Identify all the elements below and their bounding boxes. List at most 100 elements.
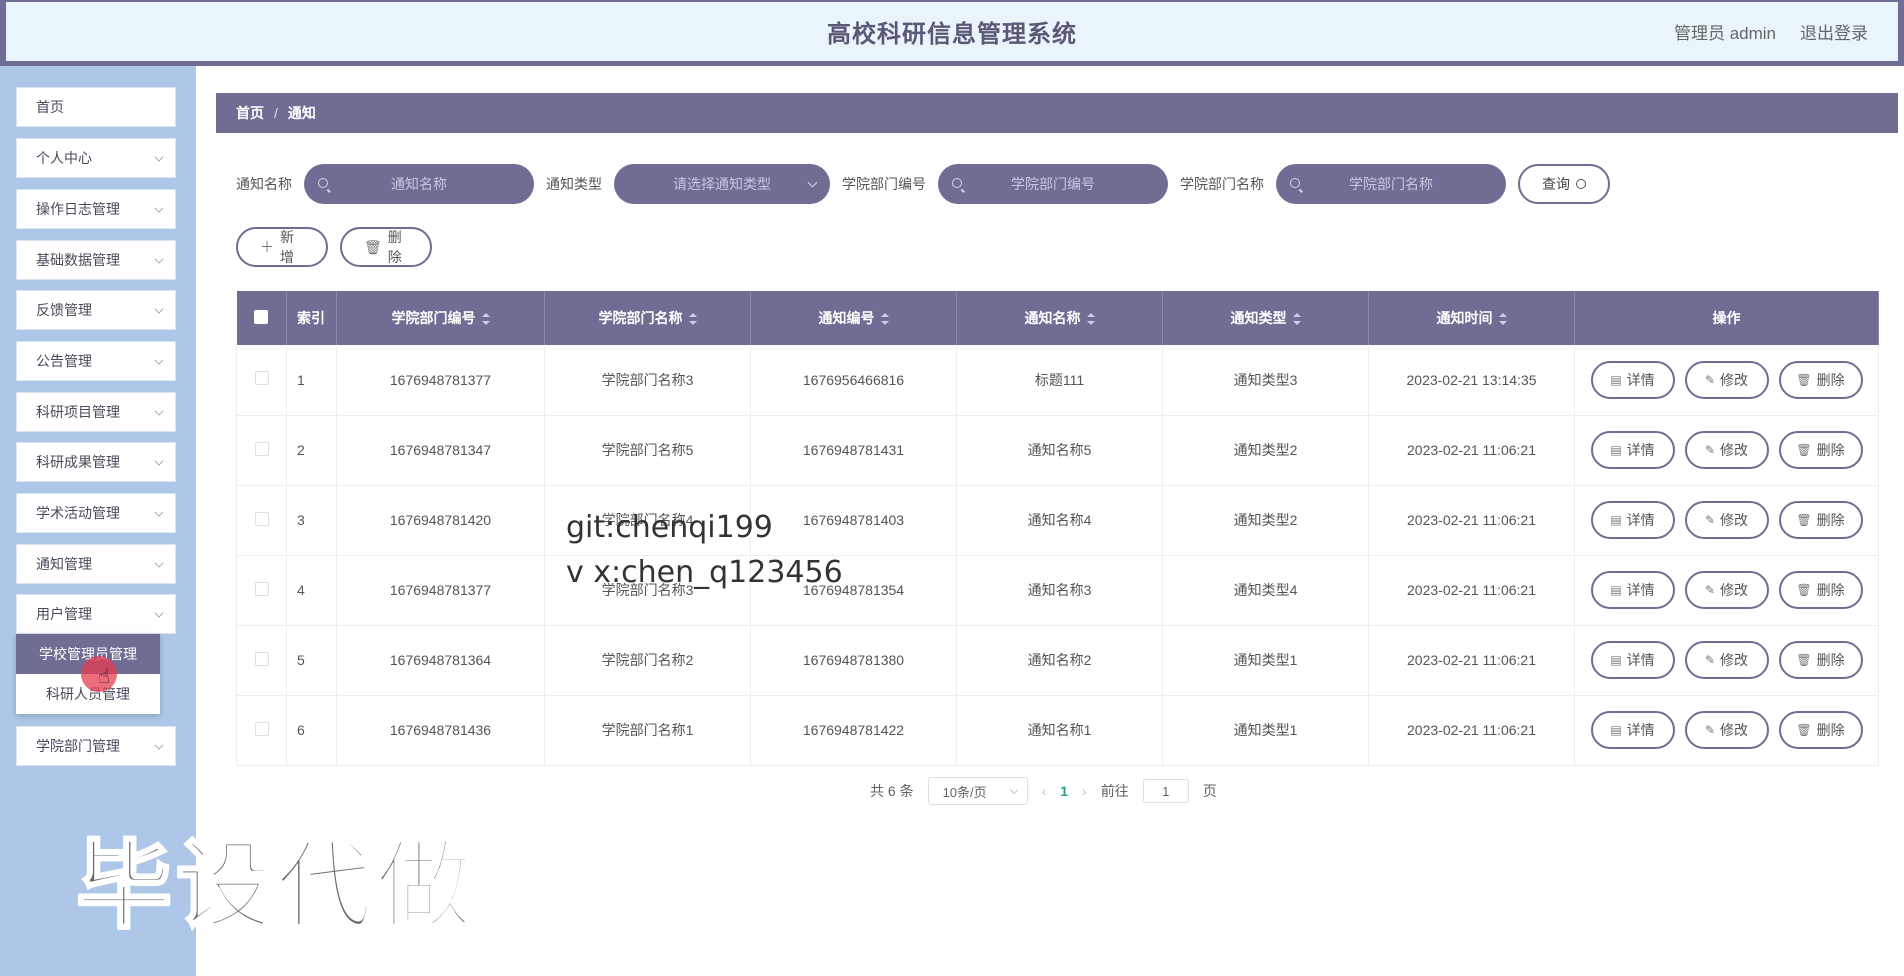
table-row: 2 1676948781347 学院部门名称5 1676948781431 通知… — [236, 415, 1879, 486]
detail-button-label: 详情 — [1626, 652, 1655, 668]
column-header-notice-time[interactable]: 通知时间 — [1368, 291, 1575, 345]
column-header-dept-no[interactable]: 学院部门编号 — [336, 291, 545, 345]
next-page-icon[interactable]: › — [1082, 783, 1087, 799]
sidebar-item-notice[interactable]: 通知管理 — [16, 544, 176, 584]
sort-icon[interactable] — [1086, 313, 1095, 326]
notice-name-input[interactable]: 通知名称 — [304, 164, 534, 204]
breadcrumb: 首页 / 通知 — [216, 93, 1898, 133]
sidebar-item-user[interactable]: 用户管理 — [16, 594, 176, 634]
column-header-notice-type[interactable]: 通知类型 — [1162, 291, 1369, 345]
column-header-actions: 操作 — [1574, 291, 1879, 345]
sort-icon[interactable] — [481, 313, 490, 326]
edit-button-label: 修改 — [1720, 442, 1749, 458]
column-header-notice-name[interactable]: 通知名称 — [956, 291, 1163, 345]
edit-button[interactable]: ✎ 修改 — [1684, 641, 1769, 679]
action-bar: ＋ 新增 🗑 删除 — [236, 227, 432, 267]
page-size-select[interactable]: 10条/页 — [927, 777, 1028, 805]
sort-icon[interactable] — [1292, 313, 1301, 326]
row-checkbox[interactable] — [254, 441, 269, 456]
pencil-icon: ✎ — [1704, 443, 1716, 457]
cell-index: 1 — [286, 345, 337, 416]
add-button[interactable]: ＋ 新增 — [236, 227, 328, 267]
detail-button[interactable]: ▤ 详情 — [1590, 711, 1675, 749]
query-button[interactable]: 查询 — [1518, 164, 1610, 204]
delete-button[interactable]: 🗑 删除 — [1778, 360, 1863, 399]
cell-dept-no: 1676948781420 — [336, 485, 545, 556]
cell-dept-name: 学院部门名称2 — [544, 625, 751, 696]
row-checkbox[interactable] — [254, 721, 269, 736]
sidebar-item-feedback[interactable]: 反馈管理 — [16, 290, 176, 330]
detail-button[interactable]: ▤ 详情 — [1590, 641, 1675, 679]
cell-dept-no: 1676948781377 — [336, 555, 545, 626]
trash-icon: 🗑 — [1796, 443, 1812, 457]
column-header-dept-name[interactable]: 学院部门名称 — [544, 291, 751, 345]
sidebar-item-personal-center[interactable]: 个人中心 — [16, 138, 176, 178]
edit-button[interactable]: ✎ 修改 — [1684, 360, 1769, 399]
select-all-checkbox[interactable] — [254, 309, 269, 324]
pencil-icon: ✎ — [1704, 372, 1716, 387]
cell-dept-name: 学院部门名称1 — [544, 695, 751, 766]
detail-button[interactable]: ▤ 详情 — [1590, 431, 1675, 469]
chevron-down-icon — [154, 152, 164, 162]
sidebar-item-department[interactable]: 学院部门管理 — [16, 726, 176, 766]
sort-icon[interactable] — [880, 313, 889, 326]
row-checkbox[interactable] — [254, 581, 269, 596]
sidebar-item-research-result[interactable]: 科研成果管理 — [16, 442, 176, 482]
goto-label: 前往 — [1100, 783, 1129, 799]
delete-button[interactable]: 🗑 删除 — [1778, 571, 1863, 609]
edit-button[interactable]: ✎ 修改 — [1684, 571, 1769, 609]
breadcrumb-home[interactable]: 首页 — [236, 103, 264, 123]
row-select-cell — [236, 485, 287, 556]
sidebar-item-academic-activity[interactable]: 学术活动管理 — [16, 493, 176, 533]
prev-page-icon[interactable]: ‹ — [1042, 783, 1047, 799]
detail-button[interactable]: ▤ 详情 — [1590, 501, 1675, 539]
pencil-icon: ✎ — [1704, 723, 1716, 737]
dept-no-label: 学院部门编号 — [842, 176, 926, 192]
edit-button[interactable]: ✎ 修改 — [1684, 501, 1769, 539]
header-user-area: 管理员 admin 退出登录 — [1674, 2, 1868, 61]
column-header-notice-no[interactable]: 通知编号 — [750, 291, 957, 345]
sidebar-item-home[interactable]: 首页 — [16, 87, 176, 127]
sidebar-item-operation-log[interactable]: 操作日志管理 — [16, 189, 176, 229]
chevron-down-icon — [154, 608, 164, 618]
detail-button[interactable]: ▤ 详情 — [1590, 571, 1675, 609]
dept-no-input[interactable]: 学院部门编号 — [938, 164, 1168, 204]
cell-notice-type: 通知类型1 — [1162, 695, 1369, 766]
sort-icon[interactable] — [688, 313, 697, 326]
delete-button[interactable]: 🗑 删除 — [1778, 431, 1863, 469]
column-header-label: 通知名称 — [1024, 310, 1081, 326]
edit-button-label: 修改 — [1720, 512, 1749, 528]
sidebar-item-basic-data[interactable]: 基础数据管理 — [16, 240, 176, 280]
batch-delete-button[interactable]: 🗑 删除 — [340, 227, 432, 267]
delete-button[interactable]: 🗑 删除 — [1778, 641, 1863, 679]
row-checkbox[interactable] — [254, 511, 269, 526]
detail-button-label: 详情 — [1626, 371, 1655, 388]
sidebar-item-research-project[interactable]: 科研项目管理 — [16, 392, 176, 432]
row-checkbox[interactable] — [254, 371, 269, 386]
cell-notice-name: 通知名称1 — [956, 695, 1163, 766]
edit-button[interactable]: ✎ 修改 — [1684, 711, 1769, 749]
sidebar-item-announcement[interactable]: 公告管理 — [16, 341, 176, 381]
goto-page-input[interactable] — [1142, 779, 1189, 803]
delete-button-label: 删除 — [387, 229, 402, 265]
cell-notice-type: 通知类型2 — [1162, 415, 1369, 486]
cell-notice-time: 2023-02-21 11:06:21 — [1368, 485, 1575, 556]
page-number-current[interactable]: 1 — [1060, 783, 1068, 799]
chevron-down-icon — [154, 456, 164, 466]
sort-icon[interactable] — [1498, 313, 1507, 326]
cell-notice-time: 2023-02-21 11:06:21 — [1368, 555, 1575, 626]
row-checkbox[interactable] — [254, 651, 269, 666]
sidebar-item-label: 首页 — [36, 99, 64, 115]
cell-notice-name: 通知名称5 — [956, 415, 1163, 486]
delete-button[interactable]: 🗑 删除 — [1778, 711, 1863, 749]
detail-button[interactable]: ▤ 详情 — [1590, 360, 1675, 399]
table-row: 6 1676948781436 学院部门名称1 1676948781422 通知… — [236, 695, 1879, 766]
table-row: 1 1676948781377 学院部门名称3 1676956466816 标题… — [236, 345, 1879, 416]
notice-type-select[interactable]: 请选择通知类型 — [614, 164, 830, 204]
edit-button[interactable]: ✎ 修改 — [1684, 431, 1769, 469]
cell-index: 2 — [286, 415, 337, 486]
delete-button[interactable]: 🗑 删除 — [1778, 501, 1863, 539]
dept-name-input[interactable]: 学院部门名称 — [1276, 164, 1506, 204]
search-icon — [952, 178, 962, 188]
logout-link[interactable]: 退出登录 — [1800, 19, 1868, 44]
